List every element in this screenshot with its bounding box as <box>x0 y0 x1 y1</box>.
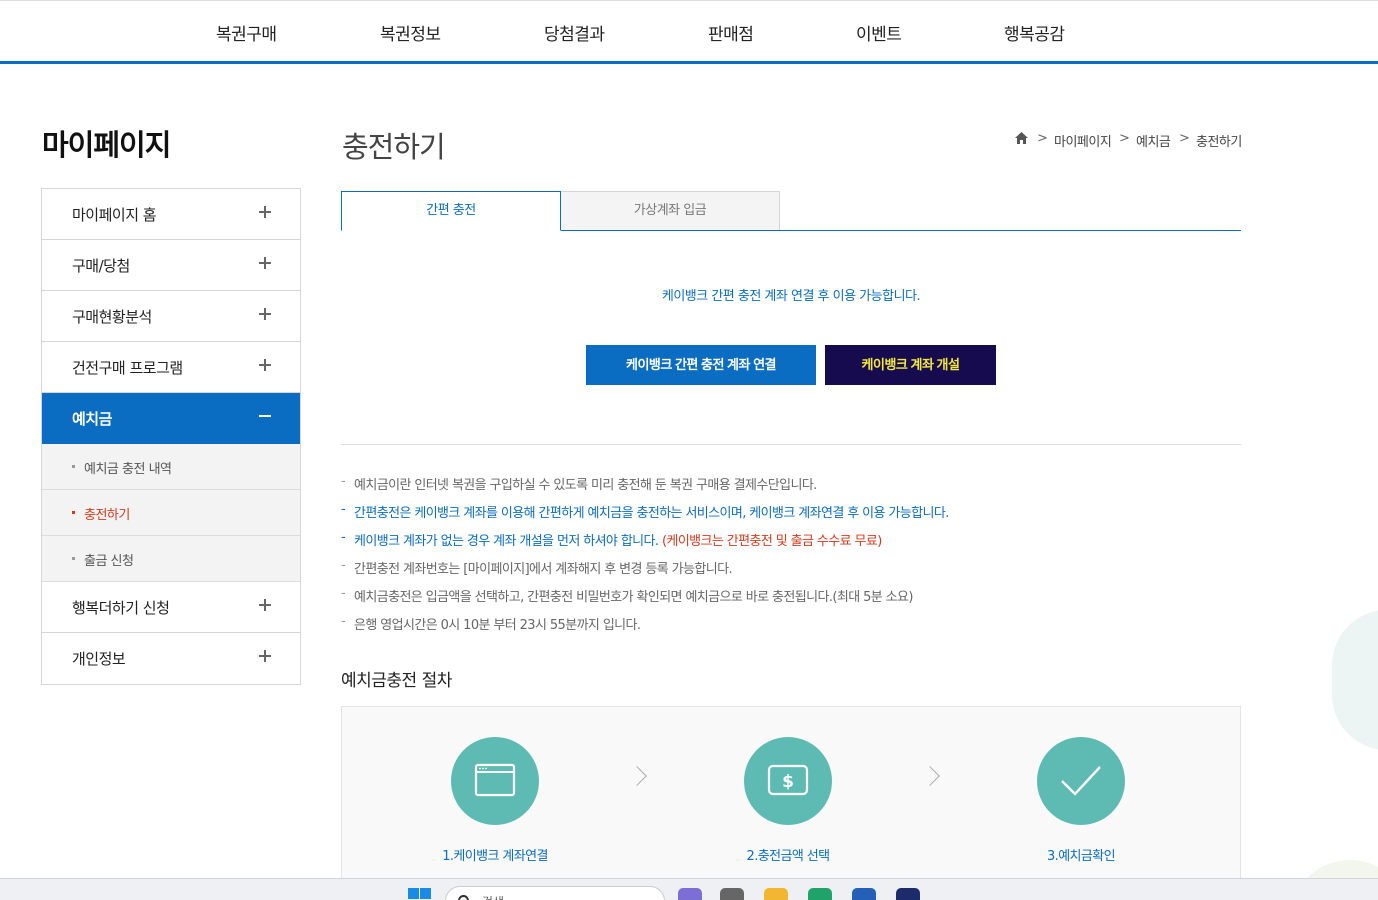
sidebar-item-label: 구매/당첨 <box>72 257 130 275</box>
os-taskbar: 검색 <box>0 878 1378 900</box>
sidebar-item-healthy-program[interactable]: 건전구매 프로그램 <box>42 342 300 393</box>
sidebar-item-label: 건전구매 프로그램 <box>72 359 183 377</box>
procedure-steps: 1.케이뱅크 계좌연결 $ 2.충전금액 선택 3.예치금확인 <box>341 706 1241 900</box>
sidebar-item-label: 마이페이지 홈 <box>72 206 157 224</box>
plus-icon <box>259 206 271 218</box>
dollar-icon: $ <box>744 737 832 825</box>
sidebar-item-label: 개인정보 <box>72 650 126 668</box>
browser-window-icon <box>451 737 539 825</box>
procedure-title: 예치금충전 절차 <box>341 671 452 691</box>
info-item: - 예치금이란 인터넷 복권을 구입하실 수 있도록 미리 충전해 둔 복권 구매… <box>341 474 817 493</box>
breadcrumb-item-current: 충전하기 <box>1196 135 1242 150</box>
windows-start-icon[interactable] <box>408 888 432 900</box>
step-label: 2.충전금액 선택 <box>746 849 831 864</box>
nav-community[interactable]: 행복공감 <box>1004 20 1065 45</box>
nav-results[interactable]: 당첨결과 <box>544 20 605 45</box>
task-view-icon[interactable] <box>720 888 744 900</box>
procedure-step: $ 2.충전금액 선택 <box>688 737 888 864</box>
sidebar-subitem-label: 충전하기 <box>84 508 130 523</box>
minus-icon <box>259 415 271 417</box>
sidebar-subitem-label: 예치금 충전 내역 <box>84 462 172 477</box>
search-icon <box>458 895 469 900</box>
bullet-icon <box>72 465 75 468</box>
home-icon[interactable] <box>1015 132 1028 148</box>
svg-text:$: $ <box>782 772 794 792</box>
divider <box>341 444 1241 445</box>
sidebar-item-personal-info[interactable]: 개인정보 <box>42 633 300 684</box>
easy-charge-notice: 케이뱅크 간편 충전 계좌 연결 후 이용 가능합니다. <box>661 289 921 304</box>
sidebar-menu: 마이페이지 홈 구매/당첨 구매현황분석 건전구매 프로그램 예치금 예치금 충… <box>41 188 301 685</box>
page-title: 충전하기 <box>342 130 446 164</box>
sidebar-subitem-withdraw[interactable]: 출금 신청 <box>42 536 300 582</box>
sidebar-item-purchase-analysis[interactable]: 구매현황분석 <box>42 291 300 342</box>
plus-icon <box>259 359 271 371</box>
store-icon[interactable] <box>852 888 876 900</box>
plus-icon <box>259 308 271 320</box>
sidebar-item-purchase-win[interactable]: 구매/당첨 <box>42 240 300 291</box>
info-item: - 예치금충전은 입금액을 선택하고, 간편충전 비밀번호가 확인되면 예치금으로… <box>341 586 913 605</box>
taskbar-search-input[interactable]: 검색 <box>445 886 665 900</box>
bullet-icon <box>72 511 75 514</box>
info-item: - 간편충전은 케이뱅크 계좌를 이용해 간편하게 예치금을 충전하는 서비스이며… <box>341 502 949 521</box>
sidebar-item-happiness-plus[interactable]: 행복더하기 신청 <box>42 582 300 633</box>
procedure-step: 1.케이뱅크 계좌연결 <box>395 737 595 864</box>
chevron-right-icon: > <box>1119 131 1130 146</box>
chevron-right-icon: > <box>1037 131 1048 146</box>
bullet-icon <box>72 557 75 560</box>
plus-icon <box>259 599 271 611</box>
info-item: - 간편충전 계좌번호는 [마이페이지]에서 계좌해지 후 변경 등록 가능합니다… <box>341 558 733 577</box>
sidebar-item-mypage-home[interactable]: 마이페이지 홈 <box>42 189 300 240</box>
app-icon[interactable] <box>896 888 920 900</box>
edge-browser-icon[interactable] <box>808 888 832 900</box>
decorative-shape <box>1332 610 1378 750</box>
top-nav: 복권구매 복권정보 당첨결과 판매점 이벤트 행복공감 <box>0 0 1378 64</box>
tab-easy-charge[interactable]: 간편 충전 <box>341 191 561 231</box>
sidebar-subitem-label: 출금 신청 <box>84 554 134 569</box>
info-item: - 케이뱅크 계좌가 없는 경우 계좌 개설을 먼저 하셔야 합니다. (케이뱅크… <box>341 530 882 549</box>
page: 복권구매 복권정보 당첨결과 판매점 이벤트 행복공감 마이페이지 마이페이지 … <box>0 0 1378 900</box>
breadcrumb-item[interactable]: 예치금 <box>1136 131 1171 150</box>
file-explorer-icon[interactable] <box>764 888 788 900</box>
link-account-button[interactable]: 케이뱅크 간편 충전 계좌 연결 <box>586 345 816 385</box>
info-item: - 은행 영업시간은 0시 10분 부터 23시 55분까지 입니다. <box>341 614 641 633</box>
step-label: 1.케이뱅크 계좌연결 <box>442 849 548 864</box>
copilot-icon[interactable] <box>678 888 702 900</box>
fee-free-note: (케이뱅크는 간편충전 및 출금 수수료 무료) <box>661 534 882 549</box>
plus-icon <box>259 257 271 269</box>
nav-lottery-info[interactable]: 복권정보 <box>380 20 441 45</box>
checkmark-icon <box>1037 737 1125 825</box>
open-account-button[interactable]: 케이뱅크 계좌 개설 <box>825 345 996 385</box>
sidebar-item-deposit[interactable]: 예치금 <box>42 393 300 444</box>
chevron-right-icon <box>627 766 647 786</box>
charge-tabs: 가상계좌 입금 간편 충전 <box>341 191 1241 231</box>
plus-icon <box>259 650 271 662</box>
nav-events[interactable]: 이벤트 <box>856 20 902 45</box>
tab-virtual-account[interactable]: 가상계좌 입금 <box>560 191 780 230</box>
breadcrumb-item[interactable]: 마이페이지 <box>1054 131 1112 150</box>
sidebar-subitem-charge[interactable]: 충전하기 <box>42 490 300 536</box>
info-list: - 예치금이란 인터넷 복권을 구입하실 수 있도록 미리 충전해 둔 복권 구매… <box>341 474 1241 642</box>
nav-stores[interactable]: 판매점 <box>708 20 754 45</box>
sidebar-subitem-deposit-history[interactable]: 예치금 충전 내역 <box>42 444 300 490</box>
nav-lottery-buy[interactable]: 복권구매 <box>216 20 277 45</box>
chevron-right-icon <box>920 766 940 786</box>
sidebar-item-label: 예치금 <box>72 410 112 428</box>
chevron-right-icon: > <box>1179 131 1190 146</box>
step-label: 3.예치금확인 <box>1046 849 1116 864</box>
sidebar-item-label: 구매현황분석 <box>72 308 152 326</box>
sidebar-title: 마이페이지 <box>42 128 171 162</box>
sidebar-item-label: 행복더하기 신청 <box>72 599 170 617</box>
search-placeholder: 검색 <box>482 893 504 900</box>
procedure-step: 3.예치금확인 <box>981 737 1181 864</box>
